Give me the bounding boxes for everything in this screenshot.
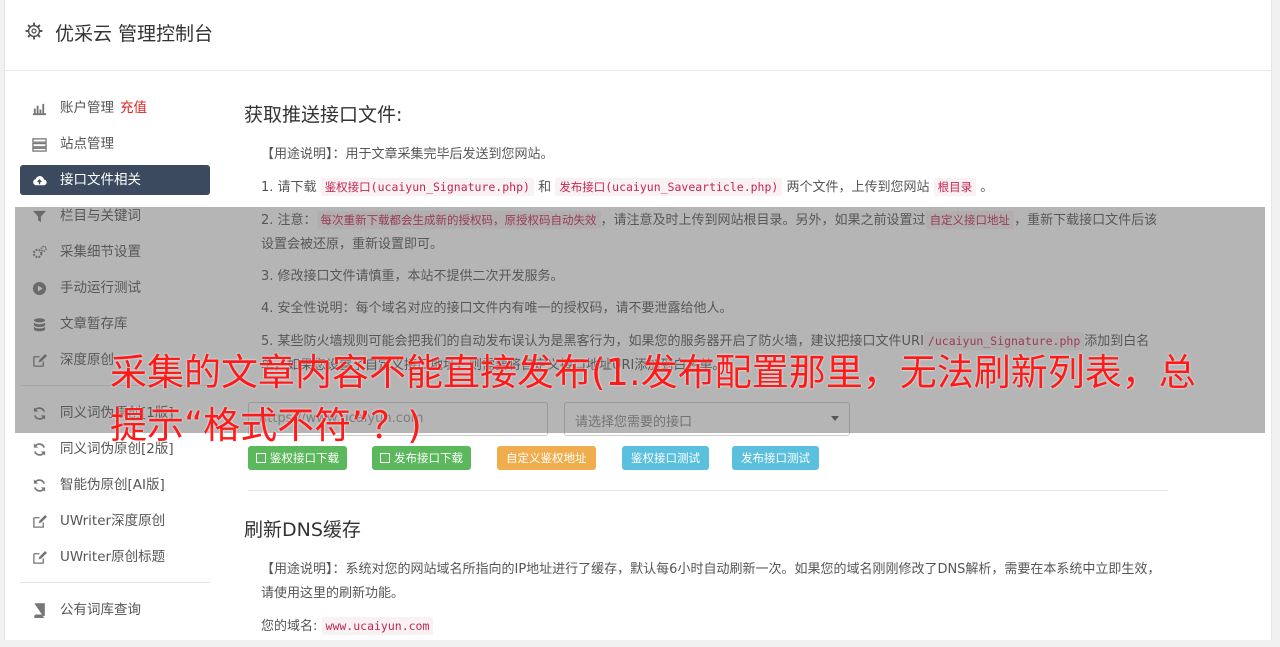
app-title: 优采云 管理控制台 bbox=[55, 23, 214, 45]
step-text: 和 bbox=[538, 180, 552, 195]
savearticle-file-code: 发布接口(ucaiyun_Savearticle.php) bbox=[555, 178, 783, 196]
button-label: 鉴权接口下载 bbox=[270, 451, 339, 465]
book-icon bbox=[34, 603, 45, 618]
edit-icon bbox=[33, 514, 47, 528]
sidebar-item-uwriter-title[interactable]: UWriter原创标题 bbox=[20, 542, 210, 572]
button-label: 发布接口测试 bbox=[741, 451, 810, 465]
usage-note: 【用途说明】：用于文章采集完毕后发送到您网站。 bbox=[261, 147, 554, 162]
domain-row: 您的域名: www.ucaiyun.com bbox=[261, 614, 1169, 639]
sidebar-item-label: 公有词库查询 bbox=[60, 602, 141, 618]
button-label: 发布接口下载 bbox=[394, 451, 463, 465]
refresh-icon bbox=[33, 443, 46, 456]
button-label: 鉴权接口测试 bbox=[631, 451, 700, 465]
sidebar-item-label: UWriter深度原创 bbox=[60, 513, 166, 529]
cloud-upload-icon bbox=[33, 175, 47, 186]
download-icon bbox=[380, 453, 390, 463]
overlay-question-text: 采集的文章内容不能直接发布(1.发布配置那里，无法刷新列表，总提示“格式不符”？… bbox=[110, 351, 1196, 447]
signature-file-code: 鉴权接口(ucaiyun_Signature.php) bbox=[320, 178, 534, 196]
sidebar-item-label: 账户管理 bbox=[60, 100, 114, 116]
root-dir-code: 根目录 bbox=[933, 178, 977, 196]
domain-value: www.ucaiyun.com bbox=[321, 617, 434, 635]
section-title-interface-files: 获取推送接口文件: bbox=[244, 104, 403, 126]
sidebar-item-account[interactable]: 账户管理 充值 bbox=[20, 93, 210, 123]
bar-chart-icon bbox=[32, 103, 47, 116]
step-text: 两个文件，上传到您网站 bbox=[786, 180, 930, 195]
refresh-icon bbox=[33, 479, 46, 492]
header-bar: 优采云 管理控制台 bbox=[5, 0, 1271, 71]
step-text: 1. 请下载 bbox=[261, 180, 317, 195]
section-title-dns: 刷新DNS缓存 bbox=[244, 519, 361, 541]
step-text: 。 bbox=[980, 180, 994, 195]
domain-label: 您的域名: bbox=[261, 619, 318, 634]
download-icon bbox=[256, 453, 266, 463]
sidebar-item-label: 智能伪原创[AI版] bbox=[60, 477, 165, 493]
sidebar-item-label: 接口文件相关 bbox=[60, 172, 141, 188]
section-divider bbox=[248, 490, 1168, 491]
sidebar-item-label: 站点管理 bbox=[60, 136, 114, 152]
sidebar-item-label: UWriter原创标题 bbox=[60, 549, 166, 565]
edit-icon bbox=[33, 550, 47, 564]
sidebar-item-uwriter-deep[interactable]: UWriter深度原创 bbox=[20, 506, 210, 536]
server-icon bbox=[32, 138, 47, 152]
sidebar-item-interface-files[interactable]: 接口文件相关 bbox=[20, 165, 210, 195]
button-label: 自定义鉴权地址 bbox=[506, 451, 587, 465]
sidebar-item-public-lexicon[interactable]: 公有词库查询 bbox=[20, 595, 210, 625]
recharge-link[interactable]: 充值 bbox=[120, 100, 147, 116]
sidebar-item-sites[interactable]: 站点管理 bbox=[20, 129, 210, 159]
step-1: 1. 请下载 鉴权接口(ucaiyun_Signature.php) 和 发布接… bbox=[261, 175, 1169, 200]
sidebar-divider bbox=[20, 582, 210, 583]
sidebar-item-ai-original[interactable]: 智能伪原创[AI版] bbox=[20, 470, 210, 500]
dns-usage-note: 【用途说明】：系统对您的网站域名所指向的IP地址进行了缓存，默认每6小时自动刷新… bbox=[261, 562, 1161, 601]
gear-icon bbox=[25, 22, 43, 40]
